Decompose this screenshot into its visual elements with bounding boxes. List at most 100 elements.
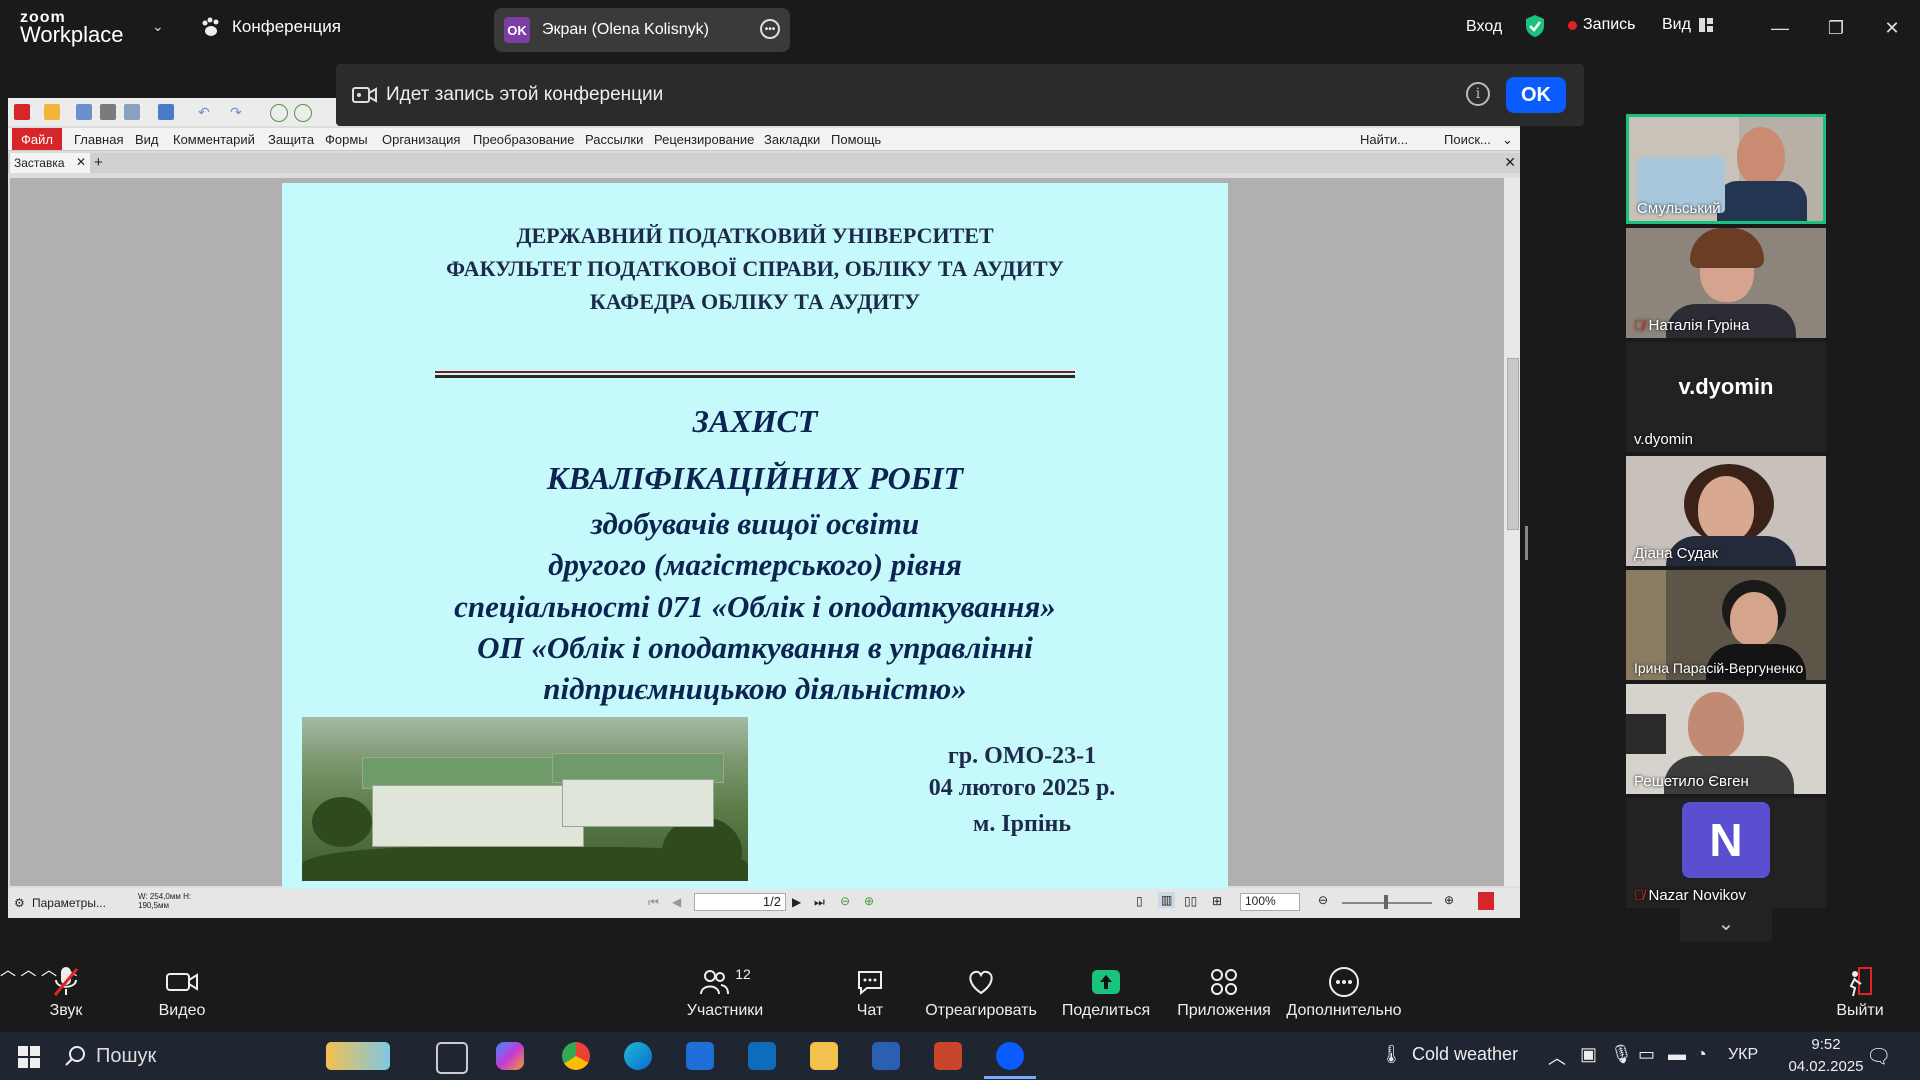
ok-button[interactable]: OK: [1506, 77, 1566, 113]
battery-icon[interactable]: ▬: [1668, 1044, 1686, 1065]
menu-forms[interactable]: Формы: [325, 132, 368, 147]
screen-share-indicator[interactable]: OK Экран (Olena Kolisnyk) •••: [494, 8, 790, 52]
participant-tile[interactable]: Ірина Парасій-Вергуненко: [1626, 570, 1826, 680]
weather-label[interactable]: Cold weather: [1412, 1044, 1518, 1065]
react-button[interactable]: Отреагировать: [924, 962, 1038, 1020]
copilot-icon[interactable]: [496, 1042, 524, 1070]
back-icon[interactable]: [270, 104, 288, 122]
participant-tile[interactable]: Смульський: [1626, 114, 1826, 224]
gallery-scroll-down[interactable]: ⌄: [1680, 904, 1772, 942]
edge-icon[interactable]: [624, 1042, 652, 1070]
zoom-app-icon[interactable]: [996, 1042, 1024, 1070]
leave-button[interactable]: Выйти: [1830, 962, 1890, 1020]
next-view-icon[interactable]: ⊕: [864, 894, 874, 908]
previous-view-icon[interactable]: ⊖: [840, 894, 850, 908]
wifi-icon[interactable]: ◔: [1696, 1044, 1707, 1065]
security-shield-icon[interactable]: [1524, 14, 1546, 38]
info-icon[interactable]: i: [1466, 82, 1490, 106]
close-document-icon[interactable]: ✕: [1504, 154, 1516, 171]
screen-share-tray-icon[interactable]: ▭: [1638, 1044, 1655, 1065]
view-button[interactable]: Вид: [1662, 16, 1713, 34]
audio-button[interactable]: Звук: [36, 962, 96, 1020]
participant-tile[interactable]: Діана Судак: [1626, 456, 1826, 566]
participant-tile[interactable]: 🎙̸ Наталія Гуріна: [1626, 228, 1826, 338]
close-tab-icon[interactable]: ✕: [76, 155, 86, 169]
menu-comment[interactable]: Комментарий: [173, 132, 255, 147]
forward-icon[interactable]: [294, 104, 312, 122]
powerpoint-icon[interactable]: [934, 1042, 962, 1070]
search-button[interactable]: Поиск...: [1444, 132, 1491, 147]
chrome-icon[interactable]: [562, 1042, 590, 1070]
new-tab-icon[interactable]: +: [94, 154, 103, 171]
menu-mailings[interactable]: Рассылки: [585, 132, 643, 147]
save-icon[interactable]: [76, 104, 92, 120]
word-icon[interactable]: [872, 1042, 900, 1070]
weather-icon[interactable]: 🌡: [1380, 1044, 1403, 1065]
zoom-out-icon[interactable]: ⊖: [1318, 893, 1328, 907]
zoom-level-select[interactable]: 100%: [1240, 893, 1300, 911]
clock-date[interactable]: 04.02.2025: [1780, 1058, 1872, 1075]
store-icon[interactable]: [686, 1042, 714, 1070]
vertical-scrollbar[interactable]: [1504, 178, 1520, 886]
next-page-icon[interactable]: ▶: [792, 895, 801, 909]
pdf-icon[interactable]: [1478, 892, 1494, 910]
restore-icon[interactable]: ❐: [1808, 10, 1864, 46]
login-button[interactable]: Вход: [1466, 18, 1502, 36]
meeting-menu[interactable]: Конференция: [200, 16, 341, 38]
settings-gear-icon[interactable]: ⚙: [14, 896, 25, 910]
print-icon[interactable]: [100, 104, 116, 120]
scanner-icon[interactable]: [158, 104, 174, 120]
participants-button[interactable]: 12 Участники: [680, 962, 770, 1020]
open-folder-icon[interactable]: [44, 104, 60, 120]
menu-review[interactable]: Рецензирование: [654, 132, 754, 147]
last-page-icon[interactable]: ⏭: [814, 895, 825, 910]
page-number-input[interactable]: 1/2: [694, 893, 786, 911]
zoom-logo[interactable]: zoom Workplace: [20, 10, 124, 46]
participant-tile[interactable]: Решетило Євген: [1626, 684, 1826, 794]
facing-pages-icon[interactable]: ▯▯: [1184, 894, 1197, 908]
more-button[interactable]: Дополнительно: [1284, 962, 1404, 1020]
single-page-icon[interactable]: ▯: [1136, 894, 1143, 908]
scrollbar-thumb[interactable]: [1507, 358, 1519, 530]
task-view-icon[interactable]: [436, 1042, 468, 1074]
search-highlight-icon[interactable]: [326, 1042, 390, 1070]
panel-resize-handle[interactable]: [1525, 526, 1528, 560]
menu-protect[interactable]: Защита: [268, 132, 314, 147]
taskbar-search[interactable]: Пошук: [64, 1038, 364, 1074]
redo-icon[interactable]: ↷: [230, 104, 246, 120]
meet-icon[interactable]: ▣: [1580, 1044, 1597, 1065]
file-explorer-icon[interactable]: [810, 1042, 838, 1070]
notifications-icon[interactable]: 🗨: [1866, 1044, 1891, 1069]
menu-organize[interactable]: Организация: [382, 132, 460, 147]
menu-file[interactable]: Файл: [12, 128, 62, 150]
microphone-icon[interactable]: 🎙: [1610, 1044, 1633, 1065]
menu-help[interactable]: Помощь: [831, 132, 881, 147]
share-button[interactable]: Поделиться: [1058, 962, 1154, 1020]
more-options-icon[interactable]: •••: [760, 19, 780, 39]
menu-view[interactable]: Вид: [135, 132, 159, 147]
menu-bookmarks[interactable]: Закладки: [764, 132, 820, 147]
chevron-down-icon[interactable]: ⌄: [152, 18, 164, 35]
video-options-caret[interactable]: ︿: [20, 962, 36, 979]
find-button[interactable]: Найти...: [1360, 132, 1408, 147]
audio-options-caret[interactable]: ︿: [0, 962, 16, 979]
cover-pages-icon[interactable]: ⊞: [1212, 894, 1222, 908]
menu-home[interactable]: Главная: [74, 132, 123, 147]
undo-icon[interactable]: ↶: [198, 104, 214, 120]
chevron-down-icon[interactable]: ⌄: [1502, 132, 1513, 148]
prev-page-icon[interactable]: ◀: [672, 895, 681, 909]
minimize-icon[interactable]: —: [1752, 10, 1808, 46]
windows-start-icon[interactable]: [18, 1046, 40, 1068]
zoom-slider-handle[interactable]: [1384, 895, 1388, 909]
video-button[interactable]: Видео: [152, 962, 212, 1020]
continuous-page-icon[interactable]: ▥: [1158, 892, 1176, 908]
outlook-icon[interactable]: [748, 1042, 776, 1070]
app-logo-icon[interactable]: [14, 104, 30, 120]
params-button[interactable]: Параметры...: [32, 896, 106, 910]
tab-document[interactable]: Заставка ✕: [10, 153, 90, 173]
apps-button[interactable]: Приложения: [1174, 962, 1274, 1020]
participant-tile[interactable]: N 🎙̸ Nazar Novikov: [1626, 798, 1826, 908]
recording-indicator[interactable]: Запись: [1568, 16, 1636, 34]
menu-convert[interactable]: Преобразование: [473, 132, 575, 147]
email-icon[interactable]: [124, 104, 140, 120]
